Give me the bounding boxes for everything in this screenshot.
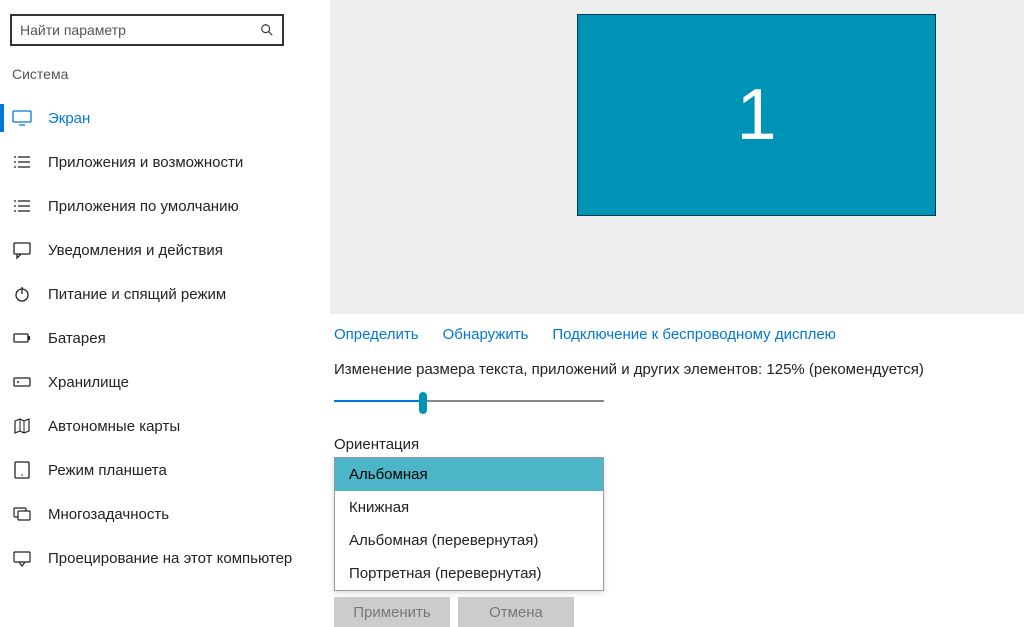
slider-thumb[interactable] [419, 392, 427, 414]
sidebar-item-tablet-mode[interactable]: Режим планшета [0, 448, 320, 492]
search-box[interactable] [10, 14, 284, 46]
sidebar-nav: Экран Приложения и возможности Приложени… [0, 96, 320, 580]
sidebar-item-notifications[interactable]: Уведомления и действия [0, 228, 320, 272]
orientation-label: Ориентация [334, 436, 1024, 453]
scale-slider[interactable] [334, 390, 604, 414]
apply-cancel-row: Применить Отмена [334, 597, 1024, 627]
sidebar-item-battery[interactable]: Батарея [0, 316, 320, 360]
sidebar-item-label: Режим планшета [48, 462, 167, 479]
display-links-row: Определить Обнаружить Подключение к бесп… [334, 326, 1024, 343]
sidebar: Система Экран Приложения и возможности П… [0, 0, 320, 611]
scale-label: Изменение размера текста, приложений и д… [334, 361, 1024, 378]
monitor-tile[interactable]: 1 [577, 14, 936, 216]
orientation-option-portrait[interactable]: Книжная [335, 491, 603, 524]
display-icon [12, 108, 32, 128]
orientation-option-landscape-flipped[interactable]: Альбомная (перевернутая) [335, 524, 603, 557]
sidebar-section-title: Система [12, 66, 320, 82]
search-input[interactable] [20, 22, 260, 38]
sidebar-item-projecting[interactable]: Проецирование на этот компьютер [0, 536, 320, 580]
sidebar-item-storage[interactable]: Хранилище [0, 360, 320, 404]
list-icon [12, 152, 32, 172]
monitor-number: 1 [736, 74, 776, 156]
power-icon [12, 284, 32, 304]
identify-link[interactable]: Определить [334, 326, 419, 343]
wireless-display-link[interactable]: Подключение к беспроводному дисплею [552, 326, 836, 343]
search-icon [260, 23, 274, 37]
orientation-dropdown[interactable]: Альбомная Книжная Альбомная (перевернута… [334, 457, 604, 591]
sidebar-item-label: Приложения и возможности [48, 154, 243, 171]
sidebar-item-label: Приложения по умолчанию [48, 198, 239, 215]
storage-icon [12, 372, 32, 392]
cancel-button[interactable]: Отмена [458, 597, 574, 627]
map-icon [12, 416, 32, 436]
detect-link[interactable]: Обнаружить [443, 326, 529, 343]
sidebar-item-label: Питание и спящий режим [48, 286, 226, 303]
sidebar-item-default-apps[interactable]: Приложения по умолчанию [0, 184, 320, 228]
slider-fill [334, 400, 423, 402]
sidebar-item-multitasking[interactable]: Многозадачность [0, 492, 320, 536]
sidebar-item-label: Уведомления и действия [48, 242, 223, 259]
apply-button[interactable]: Применить [334, 597, 450, 627]
sidebar-item-label: Хранилище [48, 374, 129, 391]
sidebar-item-label: Экран [48, 110, 90, 127]
tablet-icon [12, 460, 32, 480]
sidebar-item-display[interactable]: Экран [0, 96, 320, 140]
orientation-option-portrait-flipped[interactable]: Портретная (перевернутая) [335, 557, 603, 590]
chat-icon [12, 240, 32, 260]
sidebar-item-label: Многозадачность [48, 506, 169, 523]
sidebar-item-label: Батарея [48, 330, 106, 347]
sidebar-item-apps-features[interactable]: Приложения и возможности [0, 140, 320, 184]
sidebar-item-power-sleep[interactable]: Питание и спящий режим [0, 272, 320, 316]
sidebar-item-label: Проецирование на этот компьютер [48, 550, 292, 567]
list-icon [12, 196, 32, 216]
project-icon [12, 548, 32, 568]
battery-icon [12, 328, 32, 348]
multitask-icon [12, 504, 32, 524]
main-content: 1 Определить Обнаружить Подключение к бе… [330, 0, 1024, 611]
sidebar-item-offline-maps[interactable]: Автономные карты [0, 404, 320, 448]
display-preview-area: 1 [330, 0, 1024, 314]
orientation-option-landscape[interactable]: Альбомная [335, 458, 603, 491]
sidebar-item-label: Автономные карты [48, 418, 180, 435]
